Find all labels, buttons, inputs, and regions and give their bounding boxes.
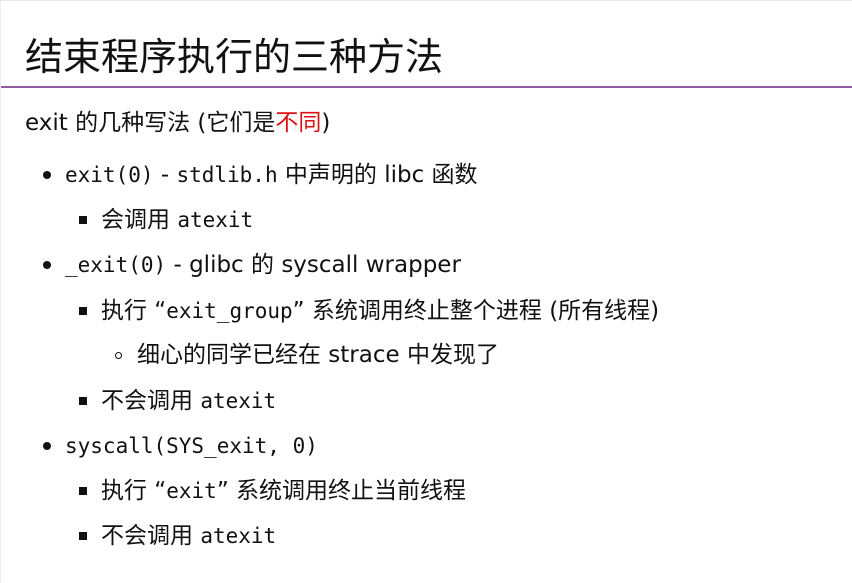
item-text: 细心的同学已经在 strace 中发现了 xyxy=(137,342,499,368)
bullet-disc-icon xyxy=(43,442,51,450)
bullet-square-icon xyxy=(79,216,87,224)
list-item-syscall-exit: syscall(SYS_exit, 0) xyxy=(65,430,318,462)
slide: 结束程序执行的三种方法 exit 的几种写法 (它们是不同) exit(0) -… xyxy=(0,0,852,583)
list-item-no-atexit: 不会调用 atexit xyxy=(101,520,276,552)
item-text-pre: 执行 “ xyxy=(101,298,167,324)
code-exit-group: exit_group xyxy=(166,299,293,323)
item-text: 会调用 xyxy=(101,207,178,233)
intro-prefix: exit 的几种写法 (它们是 xyxy=(25,110,276,136)
separator: - xyxy=(153,162,177,188)
bullet-square-icon xyxy=(79,532,87,540)
bullet-square-icon xyxy=(79,397,87,405)
item-text: - glibc 的 syscall wrapper xyxy=(166,252,461,278)
list-item-underscore-exit: _exit(0) - glibc 的 syscall wrapper xyxy=(65,249,461,281)
list-item-calls-atexit: 会调用 atexit xyxy=(101,204,253,236)
bullet-circle-icon xyxy=(115,352,122,359)
bullet-square-icon xyxy=(79,307,87,315)
bullet-disc-icon xyxy=(43,261,51,269)
code-syscall-sys-exit: syscall(SYS_exit, 0) xyxy=(65,434,318,458)
code-atexit: atexit xyxy=(200,524,277,548)
intro-suffix: ) xyxy=(321,110,331,136)
list-item-strace-note: 细心的同学已经在 strace 中发现了 xyxy=(137,339,499,371)
item-text-post: ” 系统调用终止整个进程 (所有线程) xyxy=(292,298,660,324)
item-text-post: ” 系统调用终止当前线程 xyxy=(216,478,467,504)
code-underscore-exit-0: _exit(0) xyxy=(65,253,167,277)
item-text: 中声明的 libc 函数 xyxy=(277,162,478,188)
title-divider xyxy=(1,86,852,88)
list-item-exit-thread: 执行 “exit” 系统调用终止当前线程 xyxy=(101,475,466,507)
code-stdlib-h: stdlib.h xyxy=(176,163,278,187)
item-text: 不会调用 xyxy=(101,523,201,549)
intro-highlight: 不同 xyxy=(275,110,322,136)
code-atexit: atexit xyxy=(177,208,254,232)
list-item-exit-group: 执行 “exit_group” 系统调用终止整个进程 (所有线程) xyxy=(101,295,659,327)
slide-title: 结束程序执行的三种方法 xyxy=(25,35,444,79)
bullet-square-icon xyxy=(79,487,87,495)
list-item-no-atexit: 不会调用 atexit xyxy=(101,385,276,417)
intro-line: exit 的几种写法 (它们是不同) xyxy=(25,107,330,139)
code-atexit: atexit xyxy=(200,389,277,413)
list-item-exit: exit(0) - stdlib.h 中声明的 libc 函数 xyxy=(65,159,478,191)
bullet-disc-icon xyxy=(43,171,51,179)
code-exit: exit xyxy=(166,479,217,503)
code-exit-0: exit(0) xyxy=(65,163,154,187)
item-text-pre: 执行 “ xyxy=(101,478,167,504)
item-text: 不会调用 xyxy=(101,388,201,414)
